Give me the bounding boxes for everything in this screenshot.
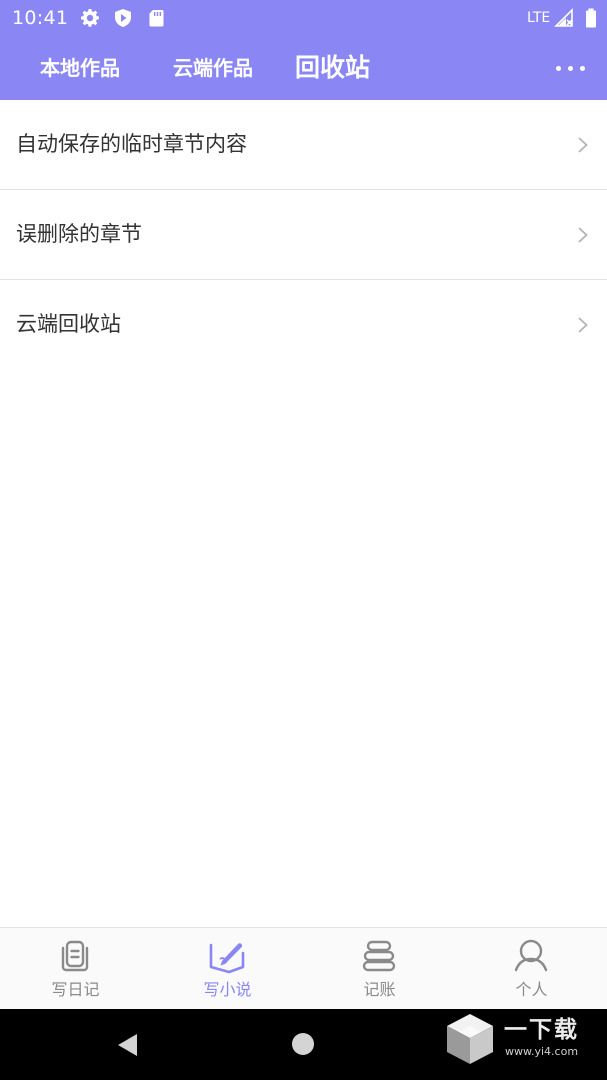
nav-label: 记账 [363,980,396,999]
diary-icon [61,940,89,972]
settings-icon [81,9,99,27]
status-time: 10:41 [12,7,69,29]
watermark-url: www.yi4.com [505,1045,579,1058]
sd-card-icon [149,10,164,27]
nav-write-novel[interactable]: 写小说 [152,928,303,1010]
chevron-right-icon [578,227,588,243]
bottom-navigation: 写日记 写小说 记账 个人 [0,927,607,1010]
app-header: 10:41 LTE 本地作品 云端作品 回收站 [0,0,607,100]
home-button[interactable] [292,1033,314,1055]
list-item-autosaved-chapters[interactable]: 自动保存的临时章节内容 [0,100,607,190]
list-item-cloud-recycle-bin[interactable]: 云端回收站 [0,280,607,369]
nav-label: 写小说 [203,980,252,999]
profile-icon [514,939,548,972]
nav-write-diary[interactable]: 写日记 [0,928,151,1010]
list-item-label: 自动保存的临时章节内容 [16,132,247,156]
tab-recycle-bin[interactable]: 回收站 [295,40,370,96]
list-item-label: 误删除的章节 [16,222,142,246]
ledger-icon [362,940,396,972]
tab-cloud-works[interactable]: 云端作品 [173,40,253,96]
battery-icon [586,8,596,28]
nav-ledger[interactable]: 记账 [304,928,455,1010]
list-item-label: 云端回收站 [16,312,121,336]
tab-local-works[interactable]: 本地作品 [40,40,120,96]
write-novel-icon [209,943,245,974]
more-options-button[interactable] [548,54,594,82]
network-type: LTE [527,10,551,26]
status-bar: 10:41 LTE [0,0,607,36]
signal-icon [554,8,573,27]
list-item-deleted-chapters[interactable]: 误删除的章节 [0,190,607,280]
nav-label: 写日记 [51,980,100,999]
chevron-right-icon [578,317,588,333]
watermark-title: 一下载 [504,1017,579,1043]
nav-profile[interactable]: 个人 [456,928,607,1010]
chevron-right-icon [578,137,588,153]
work-tabs: 本地作品 云端作品 回收站 [0,40,607,96]
watermark-logo [447,1014,493,1064]
shield-icon [115,9,131,27]
recycle-bin-list: 自动保存的临时章节内容 误删除的章节 云端回收站 [0,100,607,369]
nav-label: 个人 [515,980,548,999]
back-icon[interactable] [116,1033,138,1057]
